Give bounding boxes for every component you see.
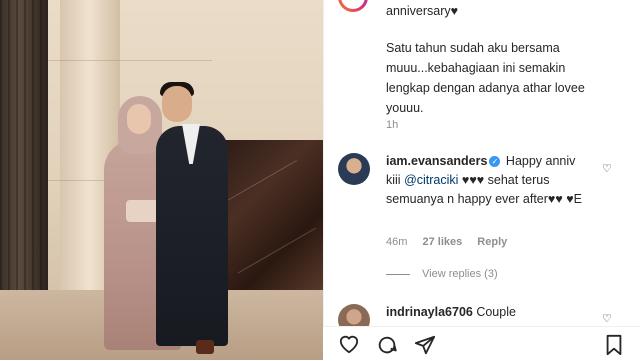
caption-time[interactable]: 1h (386, 119, 398, 131)
comment2-username[interactable]: indrinayla6706 (386, 305, 473, 319)
man-shoe (196, 340, 214, 354)
post-photo[interactable] (0, 0, 323, 360)
man-face (162, 86, 192, 122)
clutch-bag (126, 200, 160, 222)
comment2-text: indrinayla6706 Couple (386, 305, 516, 319)
comment-mention[interactable]: @citraciki (404, 173, 458, 187)
comment2-body: Couple (472, 305, 516, 319)
commenter-avatar[interactable] (338, 153, 370, 185)
woman-face (127, 104, 151, 134)
comment-username[interactable]: iam.evansanders (386, 154, 487, 168)
comment-text: iam.evansanders ✓ Happy anniv kiii @citra… (386, 152, 586, 209)
caption-body: Satu tahun sudah aku bersama muuu...keba… (386, 41, 585, 115)
heart-icon[interactable] (338, 334, 360, 354)
photo-door (0, 0, 48, 290)
comment-reply-button[interactable]: Reply (477, 236, 507, 248)
action-bar (323, 326, 640, 361)
replies-line (386, 273, 410, 275)
comment-likes[interactable]: 27 likes (422, 236, 462, 248)
comment2-like-heart-icon[interactable]: ♡ (602, 312, 612, 325)
wall-line (48, 60, 212, 61)
view-replies-link[interactable]: View replies (3) (386, 268, 498, 280)
caption-first-line: anniversary♥ (386, 4, 459, 18)
share-icon[interactable] (414, 334, 436, 356)
comment-icon[interactable] (376, 334, 398, 356)
bookmark-icon[interactable] (604, 334, 624, 356)
verified-icon: ✓ (489, 156, 501, 168)
view-replies-label: View replies (3) (422, 268, 498, 280)
comment-time: 46m (386, 236, 408, 248)
comment-like-heart-icon[interactable]: ♡ (602, 162, 612, 175)
comment-meta: 46m 27 likes Reply (386, 236, 519, 248)
